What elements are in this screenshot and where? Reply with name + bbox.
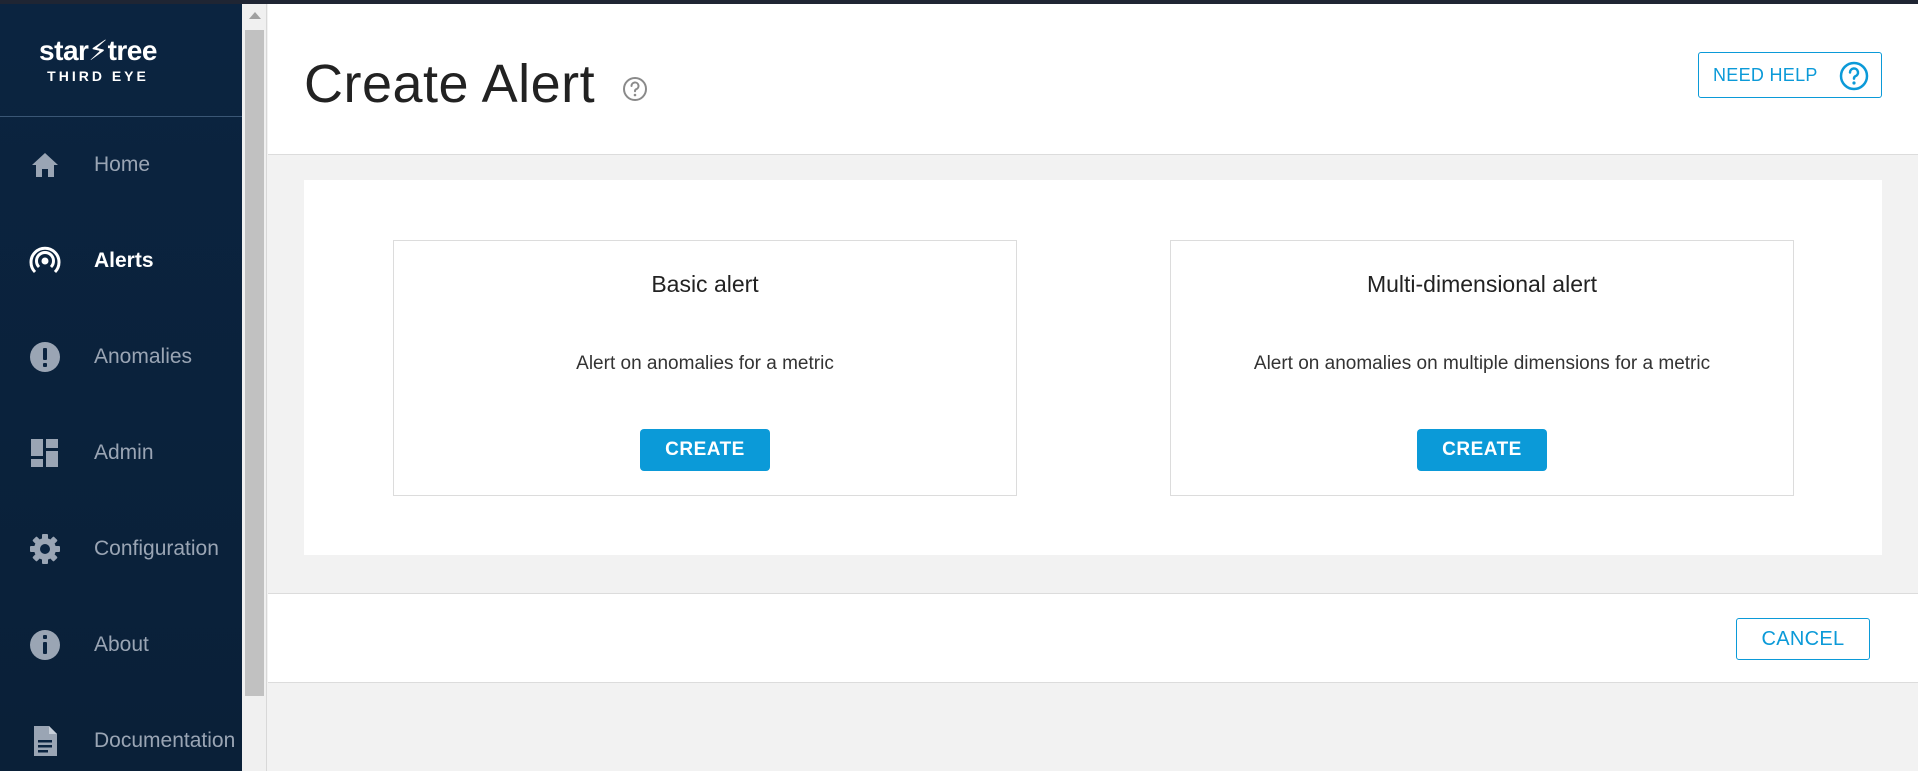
brand-name: star⚡tree: [39, 35, 157, 66]
sidebar-item-label: Configuration: [94, 537, 219, 560]
page-title: Create Alert: [304, 54, 596, 114]
dashboard-grid-icon: [28, 436, 62, 470]
sidebar-item-label: About: [94, 633, 149, 656]
need-help-button[interactable]: NEED HELP: [1698, 52, 1882, 98]
scroll-up-arrow-icon[interactable]: [249, 12, 261, 19]
card-title: Multi-dimensional alert: [1366, 271, 1598, 297]
sidebar-nav: Home Alerts Anomalies Admin Configuratio…: [0, 117, 242, 771]
create-multi-dimensional-alert-button[interactable]: CREATE: [1417, 429, 1547, 471]
sidebar-item-label: Admin: [94, 441, 154, 464]
create-basic-alert-button[interactable]: CREATE: [640, 429, 770, 471]
gear-icon: [28, 532, 62, 566]
card-title: Basic alert: [651, 271, 759, 297]
main-content: Create Alert NEED HELP Basic alert Alert…: [268, 4, 1918, 771]
card-description: Alert on anomalies for a metric: [576, 353, 834, 374]
card-description: Alert on anomalies on multiple dimension…: [1253, 353, 1711, 374]
alerts-broadcast-icon: [28, 244, 62, 278]
page-header: Create Alert NEED HELP: [268, 4, 1918, 155]
sidebar-item-label: Anomalies: [94, 345, 193, 368]
sidebar-item-anomalies[interactable]: Anomalies: [0, 309, 242, 405]
home-icon: [28, 148, 62, 182]
sidebar-scrollbar[interactable]: [242, 4, 267, 771]
sidebar-item-label: Alerts: [94, 249, 154, 272]
brand-logo[interactable]: star⚡tree THIRD EYE: [0, 4, 242, 117]
brand-product: THIRD EYE: [47, 68, 149, 84]
scrollbar-thumb[interactable]: [245, 30, 264, 696]
basic-alert-card: Basic alert Alert on anomalies for a met…: [393, 240, 1017, 496]
sidebar-item-label: Documentation: [94, 729, 236, 752]
document-icon: [28, 724, 62, 758]
sidebar-item-home[interactable]: Home: [0, 117, 242, 213]
sidebar-item-documentation[interactable]: Documentation: [0, 693, 242, 771]
page-footer: CANCEL: [268, 593, 1918, 683]
alert-type-panel: Basic alert Alert on anomalies for a met…: [304, 180, 1882, 555]
question-circle-icon[interactable]: [622, 76, 648, 102]
need-help-label: NEED HELP: [1713, 64, 1818, 85]
exclamation-circle-icon: [28, 340, 62, 374]
info-circle-icon: [28, 628, 62, 662]
help-circle-icon: [1839, 61, 1869, 91]
sidebar: star⚡tree THIRD EYE Home Alerts Anomalie…: [0, 4, 242, 771]
multi-dimensional-alert-card: Multi-dimensional alert Alert on anomali…: [1170, 240, 1794, 496]
sidebar-item-configuration[interactable]: Configuration: [0, 501, 242, 597]
cancel-button[interactable]: CANCEL: [1736, 618, 1870, 660]
sidebar-item-label: Home: [94, 153, 151, 176]
sidebar-item-about[interactable]: About: [0, 597, 242, 693]
sidebar-item-alerts[interactable]: Alerts: [0, 213, 242, 309]
sidebar-item-admin[interactable]: Admin: [0, 405, 242, 501]
